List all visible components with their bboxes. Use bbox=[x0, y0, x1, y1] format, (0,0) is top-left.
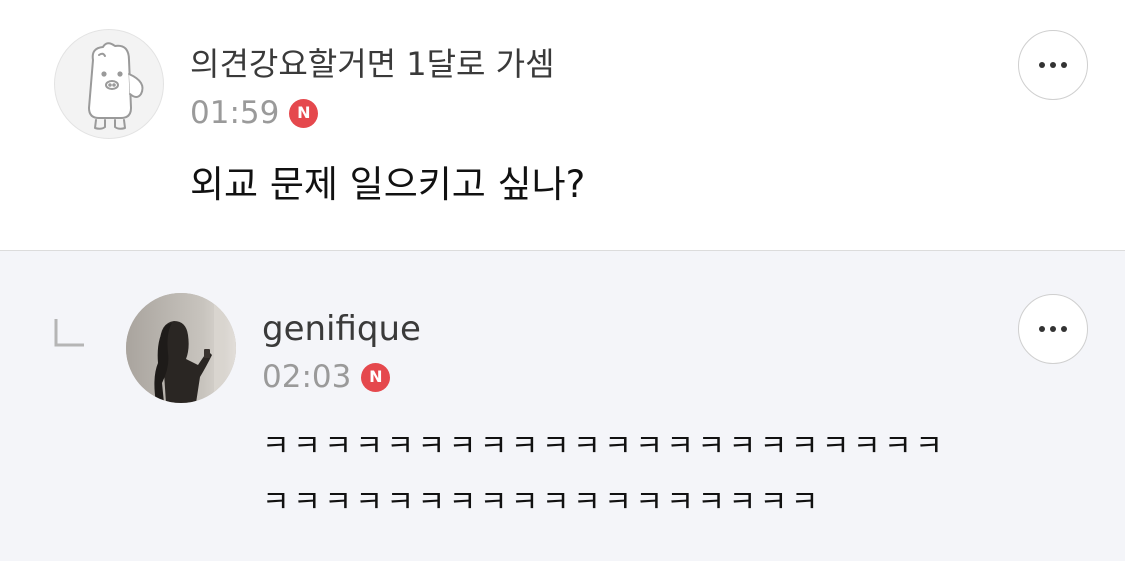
more-horizontal-icon bbox=[1039, 326, 1067, 332]
avatar[interactable] bbox=[54, 29, 164, 139]
comment-meta: 01:59 N bbox=[190, 93, 319, 133]
avatar[interactable] bbox=[126, 293, 236, 403]
comment-time: 01:59 bbox=[190, 95, 280, 131]
profile-photo bbox=[126, 293, 236, 403]
new-badge: N bbox=[361, 362, 391, 392]
reply: genifique 02:03 N ㅋㅋㅋㅋㅋㅋㅋㅋㅋㅋㅋㅋㅋㅋㅋㅋㅋㅋㅋㅋㅋㅋ… bbox=[0, 251, 1125, 561]
reply-more-button[interactable] bbox=[1018, 294, 1088, 364]
reply-text: ㅋㅋㅋㅋㅋㅋㅋㅋㅋㅋㅋㅋㅋㅋㅋㅋㅋㅋㅋㅋㅋㅋ ㅋㅋㅋㅋㅋㅋㅋㅋㅋㅋㅋㅋㅋㅋㅋㅋㅋ… bbox=[262, 429, 947, 520]
bear-mascot-icon bbox=[88, 42, 144, 130]
comment-author[interactable]: 의견강요할거면 1달로 가셈 bbox=[190, 40, 555, 88]
reply-indicator-icon bbox=[54, 319, 84, 347]
new-badge: N bbox=[289, 98, 319, 128]
reply-time: 02:03 bbox=[262, 359, 352, 395]
more-horizontal-icon bbox=[1039, 62, 1067, 68]
comment-text: 외교 문제 일으키고 싶나? bbox=[190, 163, 586, 206]
reply-author[interactable]: genifique bbox=[262, 305, 421, 353]
reply-meta: 02:03 N bbox=[262, 357, 391, 397]
comment-more-button[interactable] bbox=[1018, 30, 1088, 100]
comment-thread: 의견강요할거면 1달로 가셈 01:59 N 외교 문제 일으키고 싶나? ge… bbox=[0, 0, 1125, 561]
comment: 의견강요할거면 1달로 가셈 01:59 N 외교 문제 일으키고 싶나? bbox=[0, 0, 1125, 250]
